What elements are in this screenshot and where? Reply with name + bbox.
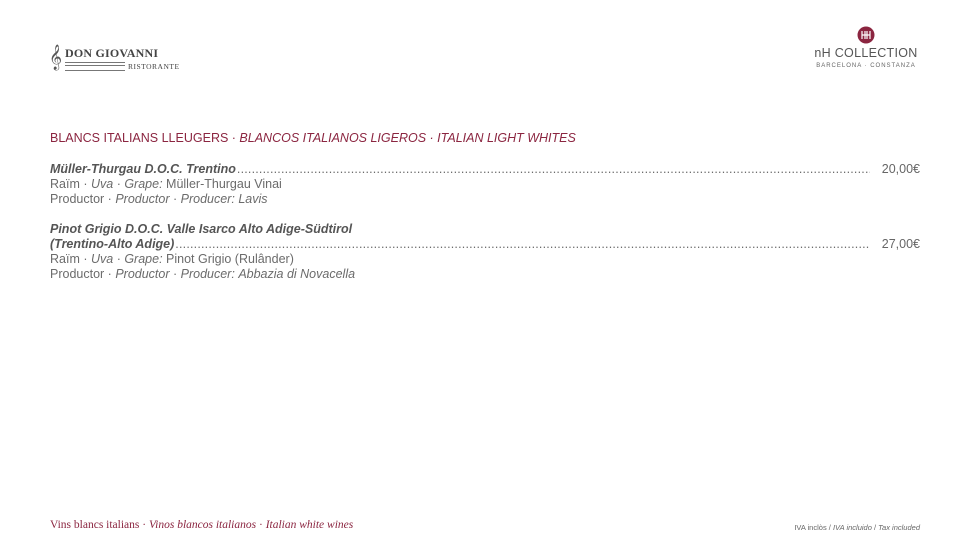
wine-grape: Raïm · Uva · Grape: Müller-Thurgau Vinai xyxy=(50,177,282,191)
grape-value: Müller-Thurgau Vinai xyxy=(166,177,282,191)
section-title: BLANCS ITALIANS LLEUGERS · BLANCOS ITALI… xyxy=(50,131,576,145)
leader-dots xyxy=(175,237,869,252)
hotel-name-prefix: nH xyxy=(814,46,831,60)
grape-label-es: Uva xyxy=(90,177,114,191)
nh-emblem-icon xyxy=(857,26,875,44)
tax-es: IVA incluido xyxy=(832,523,872,532)
restaurant-subtitle: RISTORANTE xyxy=(128,62,180,71)
producer-label-es: Productor xyxy=(115,267,170,281)
separator: · xyxy=(228,131,240,145)
section-title-es: BLANCOS ITALIANOS LIGEROS xyxy=(239,131,427,145)
producer-label-ca: Productor xyxy=(50,267,105,281)
grape-value: Pinot Grigio (Rulânder) xyxy=(166,252,294,266)
don-giovanni-logo: 𝄞 DON GIOVANNI RISTORANTE xyxy=(49,47,180,71)
footer-en: Italian white wines xyxy=(265,519,354,531)
hotel-name-suffix: COLLECTION xyxy=(834,46,918,60)
footer-category: Vins blancs italians · Vinos blancos ita… xyxy=(50,519,354,531)
separator: · xyxy=(426,131,438,145)
hotel-name: nH COLLECTION xyxy=(811,46,921,60)
hotel-subtitle: BARCELONA · CONSTANZA xyxy=(816,63,916,69)
wine-item: Müller-Thurgau D.O.C. Trentino 20,00€ Ra… xyxy=(50,162,920,207)
grape-label-es: Uva xyxy=(90,252,114,266)
nh-collection-logo: nH COLLECTION BARCELONA · CONSTANZA xyxy=(811,26,921,69)
wine-producer: Productor · Productor · Producer: Lavis xyxy=(50,192,268,206)
producer-label-en: Producer: xyxy=(180,267,235,281)
section-title-en: ITALIAN LIGHT WHITES xyxy=(437,131,576,145)
tax-note: IVA inclòs / IVA incluido / Tax included xyxy=(794,523,920,532)
producer-label-es: Productor xyxy=(115,192,170,206)
producer-value: Lavis xyxy=(238,192,268,206)
section-title-ca: BLANCS ITALIANS LLEUGERS xyxy=(50,131,229,145)
footer-ca: Vins blancs italians xyxy=(50,519,140,531)
grape-label-ca: Raïm xyxy=(50,177,80,191)
wine-price: 20,00€ xyxy=(881,162,920,176)
wine-producer: Productor · Productor · Producer: Abbazi… xyxy=(50,267,356,281)
tax-en: Tax included xyxy=(878,523,920,532)
wine-price: 27,00€ xyxy=(881,237,920,251)
restaurant-name: DON GIOVANNI xyxy=(65,46,159,60)
wine-grape: Raïm · Uva · Grape: Pinot Grigio (Rulând… xyxy=(50,252,294,266)
grape-label-ca: Raïm xyxy=(50,252,80,266)
grape-label-en: Grape: xyxy=(124,252,163,266)
producer-value: Abbazia di Novacella xyxy=(238,267,356,281)
footer-es: Vinos blancos italianos xyxy=(148,519,257,531)
grape-label-en: Grape: xyxy=(124,177,163,191)
wine-item: Pinot Grigio D.O.C. Valle Isarco Alto Ad… xyxy=(50,222,920,282)
treble-clef-icon: 𝄞 xyxy=(49,45,63,70)
tax-ca: IVA inclòs xyxy=(794,523,827,532)
wine-name-line2: (Trentino-Alto Adige) xyxy=(50,237,175,251)
wine-name: Müller-Thurgau D.O.C. Trentino xyxy=(50,162,236,176)
wine-name-line1: Pinot Grigio D.O.C. Valle Isarco Alto Ad… xyxy=(50,222,353,236)
leader-dots xyxy=(237,162,870,177)
staff-lines xyxy=(65,62,126,71)
producer-label-ca: Productor xyxy=(50,192,105,206)
producer-label-en: Producer: xyxy=(180,192,235,206)
